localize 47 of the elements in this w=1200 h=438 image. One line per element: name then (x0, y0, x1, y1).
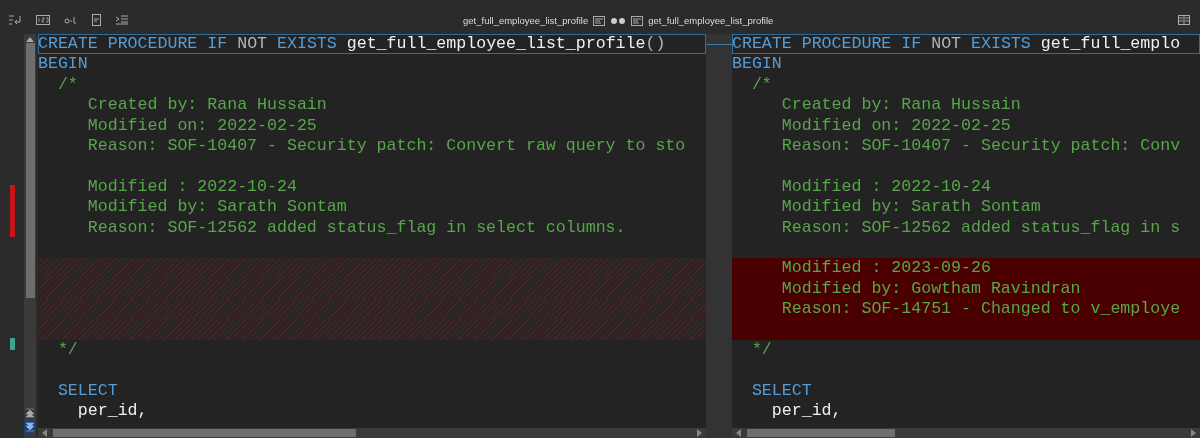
code-line: */ (56, 339, 79, 361)
code-line: /* (750, 74, 773, 96)
code-line: Created by: Rana Hussain (86, 95, 328, 116)
scroll-left-icon[interactable] (736, 429, 741, 437)
scroll-right-icon[interactable] (697, 429, 702, 437)
code-line: Reason: SOF-10407 - Security patch: Convert raw query to sto (86, 135, 687, 157)
previous-change-button[interactable] (24, 406, 36, 420)
code-line: Modified by: Sarath Sontam (780, 197, 1042, 218)
connector-line (706, 44, 732, 45)
scrollbar-thumb[interactable] (25, 43, 35, 298)
file-icon (593, 15, 606, 26)
scroll-left-icon[interactable] (42, 429, 47, 437)
code-line: per_id, (770, 401, 843, 422)
indent-icon[interactable] (115, 15, 129, 25)
code-line: Modified on: 2022-02-25 (86, 115, 318, 136)
change-marker (9, 338, 15, 350)
code-line: Modified by: Sarath Sontam (86, 197, 348, 218)
code-line: BEGIN (38, 54, 89, 75)
code-line: Created by: Rana Hussain (780, 95, 1022, 116)
left-file-title: get_full_employee_list_profile (463, 15, 589, 26)
layout-icon[interactable] (1178, 15, 1190, 25)
code-line: Modified : 2022-10-24 (780, 176, 992, 198)
code-line: CREATE PROCEDURE IF NOT EXISTS get_full_employee_list_profile() (38, 34, 706, 55)
code-line: per_id, (76, 401, 149, 422)
right-file-title: get_full_employee_list_profile (648, 15, 774, 26)
code-line: Modified : 2022-10-24 (86, 176, 298, 198)
code-line: Reason: SOF-12562 added status_flag in s (780, 217, 1182, 238)
code-line: Reason: SOF-10407 - Security patch: Conv (780, 135, 1182, 157)
code-line: Modified on: 2022-02-25 (780, 115, 1012, 136)
next-change-button[interactable] (24, 420, 36, 434)
scrollbar-thumb[interactable] (53, 429, 356, 437)
code-line: /* (56, 74, 79, 96)
scrollbar-thumb[interactable] (747, 429, 895, 437)
code-line: Reason: SOF-12562 added status_flag in select columns. (86, 217, 627, 238)
scroll-right-icon[interactable] (1191, 429, 1196, 437)
line-numbers-icon[interactable] (36, 15, 50, 25)
file-icon (631, 15, 644, 26)
code-line: CREATE PROCEDURE IF NOT EXISTS get_full_emplo (732, 34, 1200, 55)
code-line: BEGIN (732, 54, 783, 75)
code-line: SELECT (750, 380, 813, 402)
wrap-icon[interactable] (8, 14, 22, 26)
whitespace-icon[interactable] (64, 16, 78, 24)
code-line: */ (750, 339, 773, 361)
change-marker (9, 185, 15, 237)
dots-icon (610, 16, 627, 25)
document-icon[interactable] (92, 14, 101, 26)
code-line: SELECT (56, 380, 119, 402)
